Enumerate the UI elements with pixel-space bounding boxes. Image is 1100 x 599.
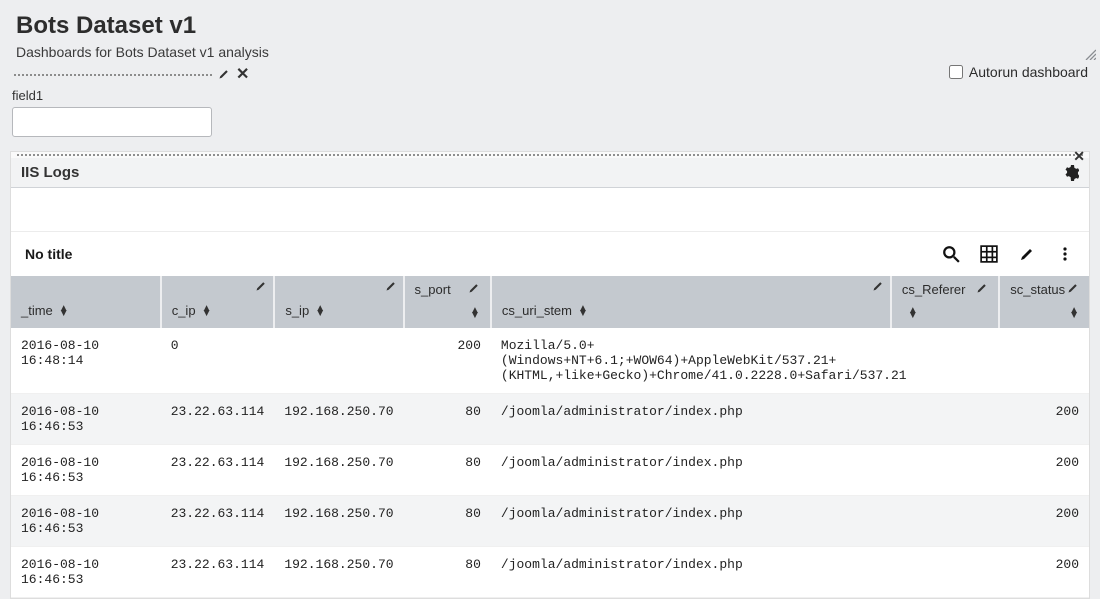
table-row[interactable]: 2016-08-10 16:46:5323.22.63.114192.168.2… — [11, 445, 1089, 496]
table-cell: /joomla/administrator/index.php — [491, 496, 891, 547]
col-label-sip: s_ip — [285, 303, 309, 318]
viz-header: No title — [11, 232, 1089, 276]
panel-titlebar: IIS Logs — [11, 158, 1089, 188]
input-row-bar: ✕ Autorun dashboard — [0, 64, 1100, 84]
viz-more-button[interactable] — [1055, 244, 1075, 264]
col-header-sport[interactable]: s_port ▲▼ — [404, 276, 491, 328]
panel-title: IIS Logs — [21, 164, 79, 181]
table-cell — [891, 394, 999, 445]
table-cell: Mozilla/5.0+(Windows+NT+6.1;+WOW64)+Appl… — [491, 328, 891, 394]
table-cell: 200 — [999, 547, 1089, 598]
table-cell: 2016-08-10 16:48:14 — [11, 328, 161, 394]
col-header-sip[interactable]: s_ip ▲▼ — [274, 276, 403, 328]
col-header-time[interactable]: _time ▲▼ — [11, 276, 161, 328]
field1-label: field1 — [12, 88, 1088, 103]
table-cell: 23.22.63.114 — [161, 547, 275, 598]
table-cell — [891, 328, 999, 394]
sort-icon[interactable]: ▲▼ — [578, 306, 588, 316]
col-label-time: _time — [21, 303, 53, 318]
resize-handle-icon[interactable] — [1084, 48, 1096, 60]
sort-icon[interactable]: ▲▼ — [470, 308, 480, 318]
table-cell — [274, 328, 403, 394]
panel-drag-handle-icon[interactable]: ✕ — [15, 152, 1085, 158]
col-header-csref[interactable]: cs_Referer ▲▼ — [891, 276, 999, 328]
col-label-csuri: cs_uri_stem — [502, 303, 572, 318]
sort-icon[interactable]: ▲▼ — [1069, 308, 1079, 318]
viz-search-button[interactable] — [941, 244, 961, 264]
table-cell: 200 — [999, 394, 1089, 445]
field1-input[interactable] — [12, 107, 212, 137]
table-cell: 200 — [999, 496, 1089, 547]
panel-settings-button[interactable] — [1063, 165, 1079, 181]
table-row[interactable]: 2016-08-10 16:46:5323.22.63.114192.168.2… — [11, 394, 1089, 445]
table-row[interactable]: 2016-08-10 16:48:140 200Mozilla/5.0+(Wind… — [11, 328, 1089, 394]
viz-edit-button[interactable] — [1017, 244, 1037, 264]
edit-column-icon[interactable] — [976, 282, 988, 297]
table-cell: /joomla/administrator/index.php — [491, 394, 891, 445]
edit-row-button[interactable] — [218, 68, 230, 80]
col-label-csref: cs_Referer — [902, 282, 966, 297]
panel-close-button[interactable]: ✕ — [1073, 148, 1085, 165]
autorun-label: Autorun dashboard — [969, 64, 1088, 80]
table-cell: 80 — [404, 394, 491, 445]
sort-icon[interactable]: ▲▼ — [202, 306, 212, 316]
edit-column-icon[interactable] — [255, 280, 267, 295]
col-label-scstatus: sc_status — [1010, 282, 1065, 297]
panel-search-bar-placeholder — [11, 188, 1089, 232]
table-cell: /joomla/administrator/index.php — [491, 547, 891, 598]
table-cell: 192.168.250.70 — [274, 496, 403, 547]
table-cell: 80 — [404, 496, 491, 547]
table-cell — [999, 328, 1089, 394]
table-cell: 192.168.250.70 — [274, 394, 403, 445]
table-cell: 2016-08-10 16:46:53 — [11, 394, 161, 445]
sort-icon[interactable]: ▲▼ — [315, 306, 325, 316]
table-cell: 80 — [404, 445, 491, 496]
table-row[interactable]: 2016-08-10 16:46:5323.22.63.114192.168.2… — [11, 547, 1089, 598]
table-cell — [891, 547, 999, 598]
viz-format-button[interactable] — [979, 244, 999, 264]
table-cell: 200 — [999, 445, 1089, 496]
dashboard-header: Bots Dataset v1 Dashboards for Bots Data… — [0, 0, 1100, 64]
edit-column-icon[interactable] — [1067, 282, 1079, 297]
autorun-checkbox-input[interactable] — [949, 65, 963, 79]
table-cell — [891, 496, 999, 547]
table-cell: 0 — [161, 328, 275, 394]
table-cell: 80 — [404, 547, 491, 598]
col-header-cip[interactable]: c_ip ▲▼ — [161, 276, 275, 328]
table-cell: 192.168.250.70 — [274, 547, 403, 598]
results-table: _time ▲▼ c_ip ▲▼ — [11, 276, 1089, 598]
delete-row-button[interactable]: ✕ — [236, 64, 249, 84]
col-label-sport: s_port — [415, 282, 451, 297]
table-cell: 2016-08-10 16:46:53 — [11, 547, 161, 598]
table-cell: /joomla/administrator/index.php — [491, 445, 891, 496]
viz-title: No title — [25, 246, 72, 262]
edit-column-icon[interactable] — [872, 280, 884, 295]
edit-column-icon[interactable] — [385, 280, 397, 295]
table-cell: 23.22.63.114 — [161, 445, 275, 496]
col-header-scstatus[interactable]: sc_status ▲▼ — [999, 276, 1089, 328]
table-cell: 23.22.63.114 — [161, 496, 275, 547]
table-row[interactable]: 2016-08-10 16:46:5323.22.63.114192.168.2… — [11, 496, 1089, 547]
table-cell: 192.168.250.70 — [274, 445, 403, 496]
col-label-cip: c_ip — [172, 303, 196, 318]
sort-icon[interactable]: ▲▼ — [59, 306, 69, 316]
autorun-checkbox[interactable]: Autorun dashboard — [949, 64, 1088, 80]
col-header-csuri[interactable]: cs_uri_stem ▲▼ — [491, 276, 891, 328]
panel: ✕ IIS Logs No title — [10, 151, 1090, 599]
table-cell: 2016-08-10 16:46:53 — [11, 496, 161, 547]
edit-column-icon[interactable] — [468, 282, 480, 297]
table-cell: 200 — [404, 328, 491, 394]
table-cell — [891, 445, 999, 496]
page-title: Bots Dataset v1 — [16, 12, 1084, 40]
table-cell: 23.22.63.114 — [161, 394, 275, 445]
sort-icon[interactable]: ▲▼ — [908, 308, 918, 318]
input-field-block: field1 — [0, 84, 1100, 151]
page-subtitle: Dashboards for Bots Dataset v1 analysis — [16, 44, 1084, 60]
table-cell: 2016-08-10 16:46:53 — [11, 445, 161, 496]
drag-handle-icon[interactable] — [12, 72, 212, 78]
